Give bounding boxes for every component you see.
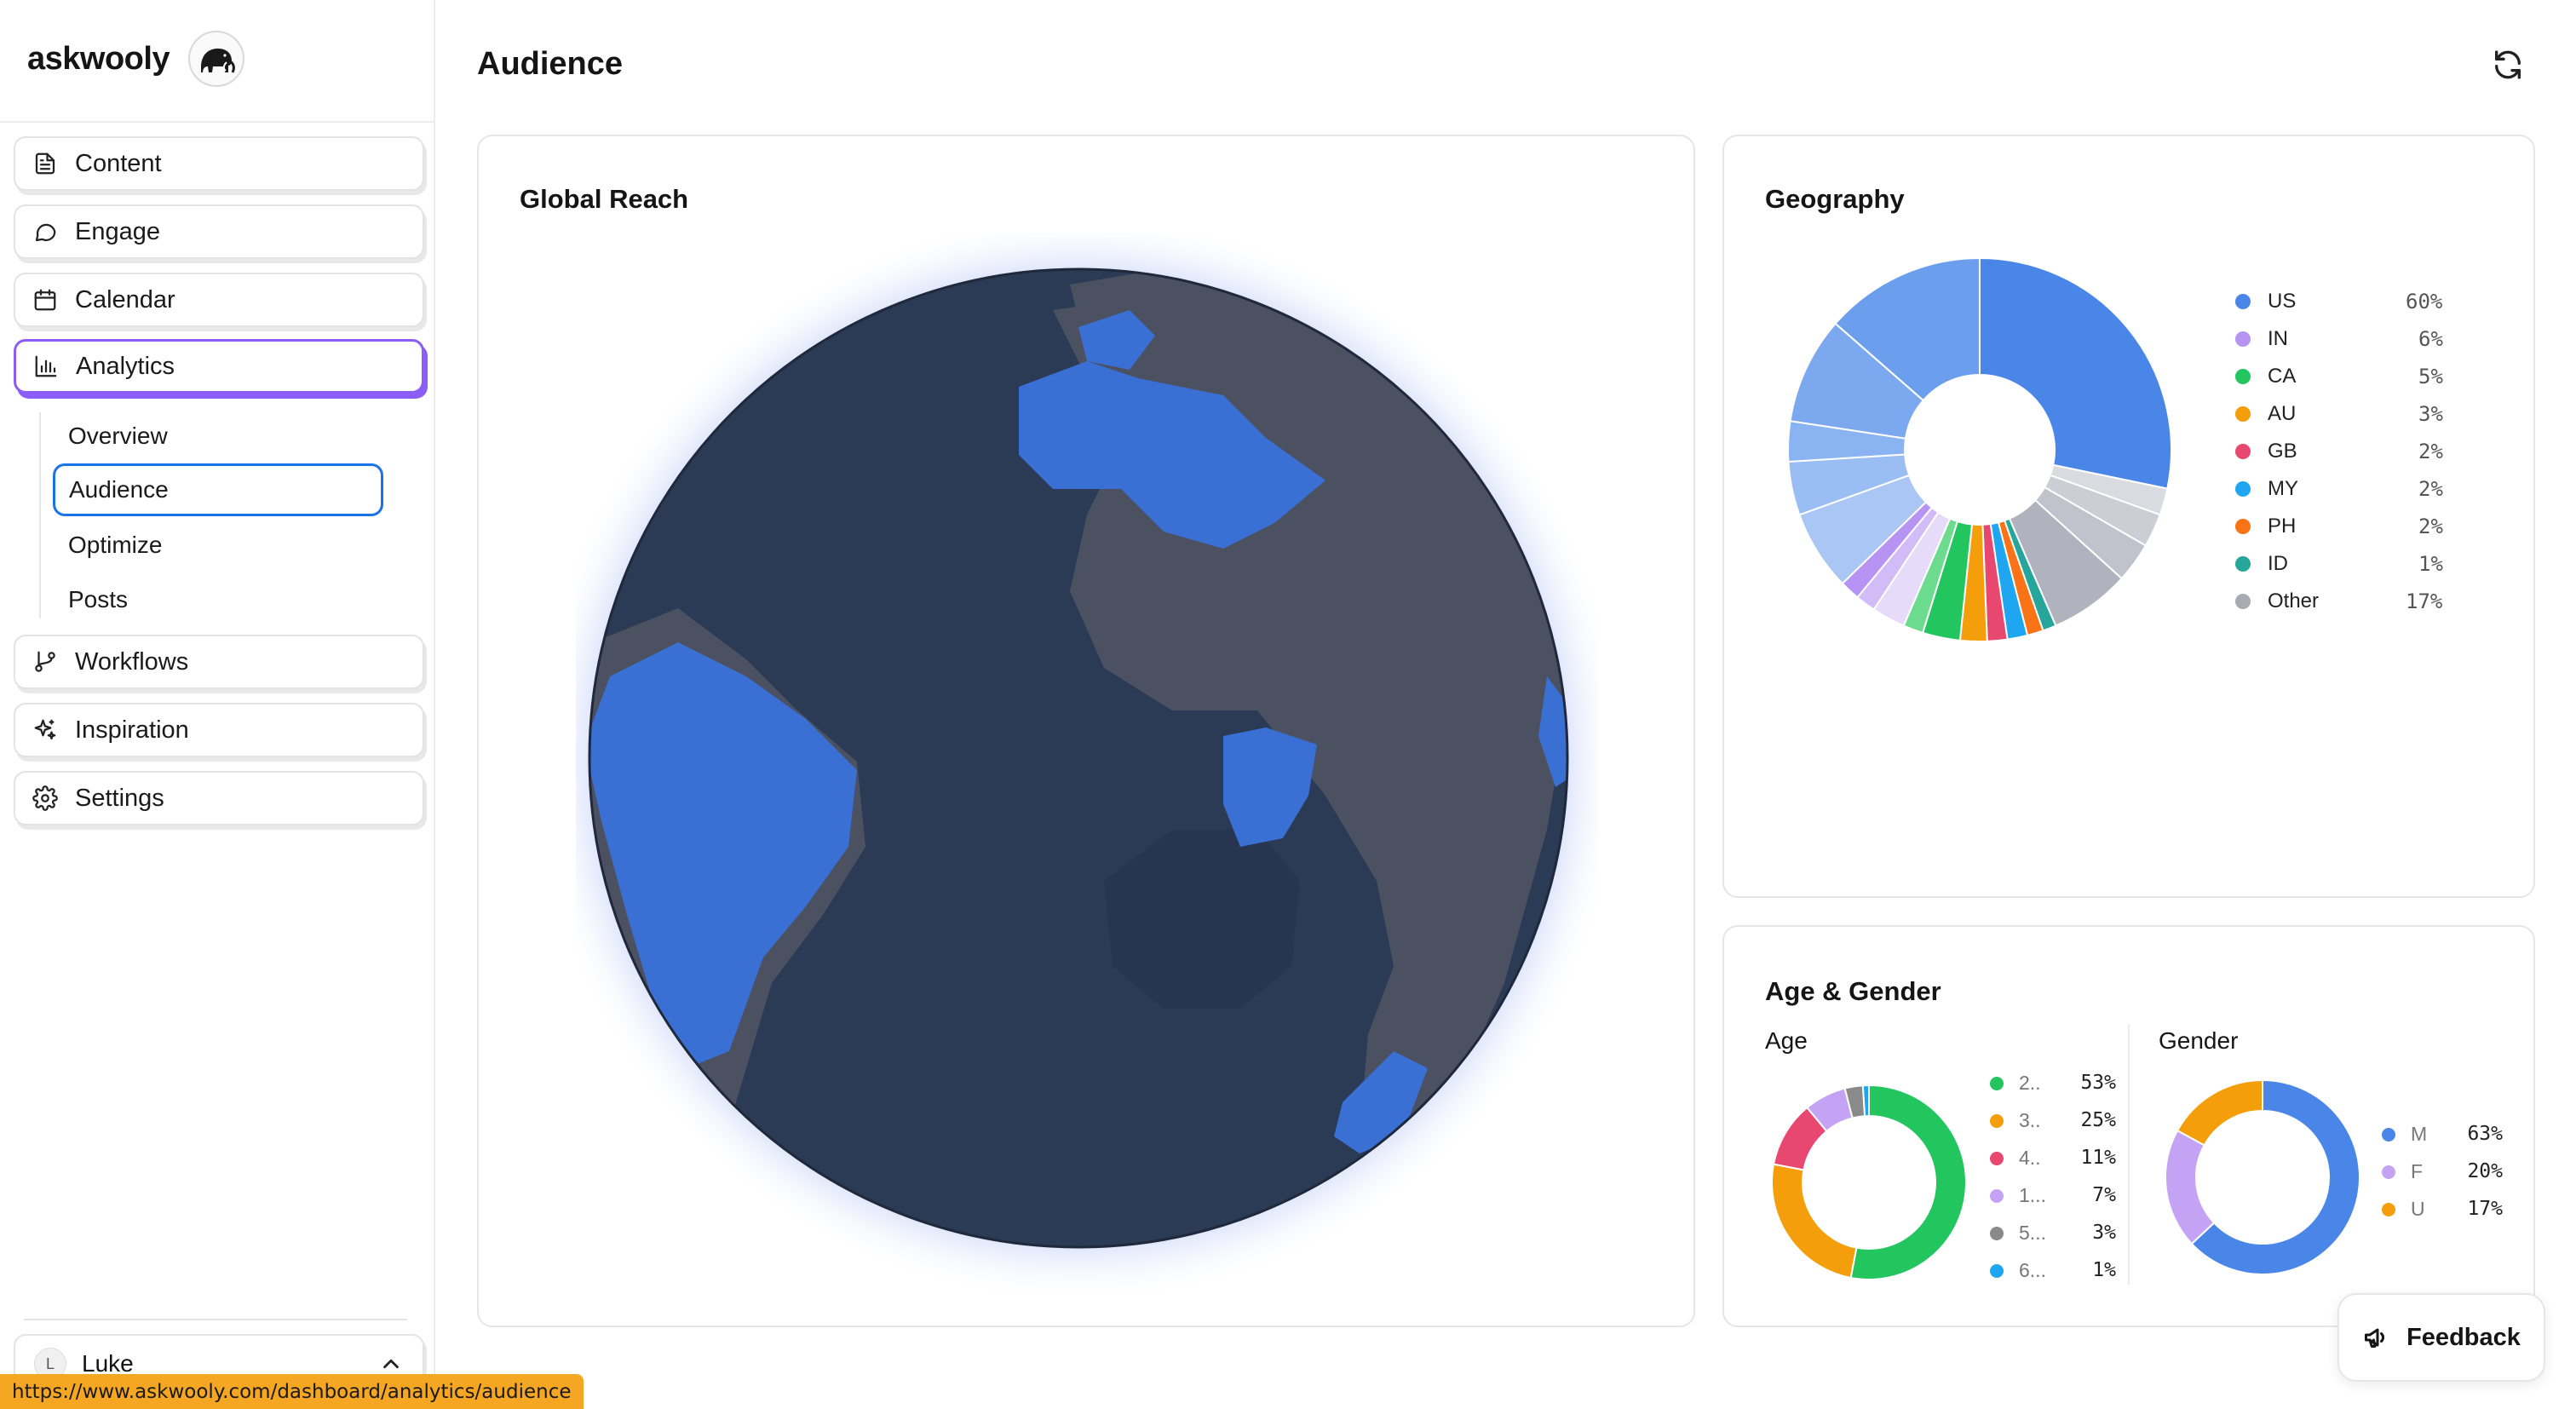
brand[interactable]: askwooly <box>27 29 245 89</box>
sidebar-item-label: Inspiration <box>75 716 189 744</box>
legend-item-my: MY <box>2235 477 2298 501</box>
megaphone-icon <box>2365 1328 2385 1348</box>
gender-legend-item: F <box>2382 1160 2423 1183</box>
age-legend-item: 4.. <box>1990 1147 2041 1170</box>
sidebar-item-analytics[interactable]: Analytics <box>14 339 424 394</box>
subnav-item-label: Optimize <box>68 532 163 558</box>
sidebar-item-label: Settings <box>75 784 164 812</box>
legend-pct-id: 1% <box>2418 552 2443 576</box>
global-reach-title: Global Reach <box>520 184 689 214</box>
subnav-item-label: Posts <box>68 586 129 612</box>
age-gender-title: Age & Gender <box>1765 976 1941 1006</box>
legend-item-ca: CA <box>2235 365 2296 388</box>
gender-donut-chart[interactable] <box>2160 1075 2365 1280</box>
gender-legend-pct: 17% <box>2467 1198 2503 1220</box>
geography-card: Geography US 60% IN 6% CA 5% AU 3% GB 2%… <box>1722 135 2535 898</box>
age-donut-slice[interactable] <box>1771 1163 1858 1280</box>
bar-chart-icon <box>35 355 57 377</box>
subnav-item-label: Audience <box>69 476 169 503</box>
sidebar-item-label: Content <box>75 149 162 177</box>
sidebar-item-content[interactable]: Content <box>14 136 424 191</box>
sidebar: askwooly Content Engage Calendar Analyti… <box>0 0 435 1409</box>
gender-legend-pct: 63% <box>2467 1123 2503 1145</box>
age-legend-item: 3.. <box>1990 1109 2041 1132</box>
globe-map[interactable] <box>576 233 1598 1290</box>
gender-donut-slice[interactable] <box>2176 1078 2263 1147</box>
document-icon <box>35 152 55 175</box>
sidebar-item-label: Analytics <box>76 352 175 380</box>
feedback-label: Feedback <box>2406 1323 2521 1351</box>
sidebar-item-engage[interactable]: Engage <box>14 204 424 259</box>
age-donut-chart[interactable] <box>1767 1080 1971 1285</box>
gender-subtitle: Gender <box>2159 1027 2239 1054</box>
age-legend-item: 1... <box>1990 1184 2046 1207</box>
gender-legend-item: M <box>2382 1123 2427 1146</box>
legend-item-in: IN <box>2235 327 2288 351</box>
age-legend-pct: 7% <box>2092 1184 2116 1206</box>
sidebar-item-workflows[interactable]: Workflows <box>14 635 424 689</box>
status-bar-url: https://www.askwooly.com/dashboard/analy… <box>0 1374 584 1409</box>
age-gender-divider <box>2128 1024 2130 1285</box>
legend-item-au: AU <box>2235 402 2296 426</box>
geography-title: Geography <box>1765 184 1905 214</box>
subnav-item-label: Overview <box>68 423 168 449</box>
global-reach-card: Global Reach <box>477 135 1695 1327</box>
page-title: Audience <box>477 46 624 82</box>
age-legend-pct: 25% <box>2080 1109 2116 1131</box>
subnav-item-posts[interactable]: Posts <box>55 575 383 624</box>
refresh-icon[interactable] <box>2491 48 2525 82</box>
legend-pct-in: 6% <box>2418 327 2443 351</box>
legend-item-gb: GB <box>2235 440 2297 463</box>
subnav-item-optimize[interactable]: Optimize <box>55 520 383 570</box>
calendar-icon <box>34 289 56 311</box>
legend-item-other: Other <box>2235 589 2319 613</box>
gender-legend-item: U <box>2382 1198 2425 1221</box>
legend-item-us: US <box>2235 290 2296 313</box>
sidebar-item-settings[interactable]: Settings <box>14 771 424 825</box>
sidebar-item-label: Engage <box>75 217 160 245</box>
legend-pct-ca: 5% <box>2418 365 2443 388</box>
legend-pct-ph: 2% <box>2418 515 2443 538</box>
age-legend-item: 6... <box>1990 1259 2046 1282</box>
legend-pct-gb: 2% <box>2418 440 2443 463</box>
gender-donut-slice[interactable] <box>2165 1129 2216 1245</box>
chat-bubble-icon <box>35 223 56 242</box>
age-legend-pct: 3% <box>2092 1222 2116 1244</box>
brand-name: askwooly <box>27 40 170 77</box>
subnav-item-overview[interactable]: Overview <box>55 411 383 461</box>
age-legend-item: 2.. <box>1990 1072 2041 1095</box>
sidebar-divider <box>0 121 434 123</box>
age-legend-item: 5... <box>1990 1222 2046 1245</box>
sidebar-item-label: Calendar <box>75 285 175 313</box>
mammoth-logo-icon <box>188 31 245 87</box>
user-divider <box>24 1319 407 1320</box>
age-gender-card: Age & Gender Age Gender 2.. 53% 3.. 25% … <box>1722 925 2535 1327</box>
subnav-guide-line <box>39 412 41 618</box>
age-legend-pct: 53% <box>2080 1072 2116 1094</box>
gender-legend-pct: 20% <box>2467 1160 2503 1182</box>
geography-donut-chart[interactable] <box>1784 254 2176 646</box>
legend-pct-my: 2% <box>2418 477 2443 501</box>
age-subtitle: Age <box>1765 1027 1808 1054</box>
sparkles-icon <box>34 719 56 740</box>
age-legend-pct: 1% <box>2092 1259 2116 1281</box>
sidebar-item-label: Workflows <box>75 647 189 676</box>
subnav-item-audience[interactable]: Audience <box>53 463 383 516</box>
legend-item-ph: PH <box>2235 515 2296 538</box>
feedback-button[interactable]: Feedback <box>2337 1293 2545 1382</box>
legend-pct-other: 17% <box>2406 589 2443 613</box>
sidebar-item-calendar[interactable]: Calendar <box>14 273 424 327</box>
legend-item-id: ID <box>2235 552 2288 576</box>
legend-pct-us: 60% <box>2406 290 2443 313</box>
git-branch-icon <box>35 651 55 672</box>
age-donut-slice[interactable] <box>1861 1084 1870 1118</box>
geography-donut-slice[interactable] <box>1979 256 2172 490</box>
chevron-up-icon <box>383 1359 399 1369</box>
legend-pct-au: 3% <box>2418 402 2443 426</box>
gear-icon <box>32 785 58 811</box>
sidebar-item-inspiration[interactable]: Inspiration <box>14 703 424 757</box>
age-legend-pct: 11% <box>2080 1147 2116 1169</box>
